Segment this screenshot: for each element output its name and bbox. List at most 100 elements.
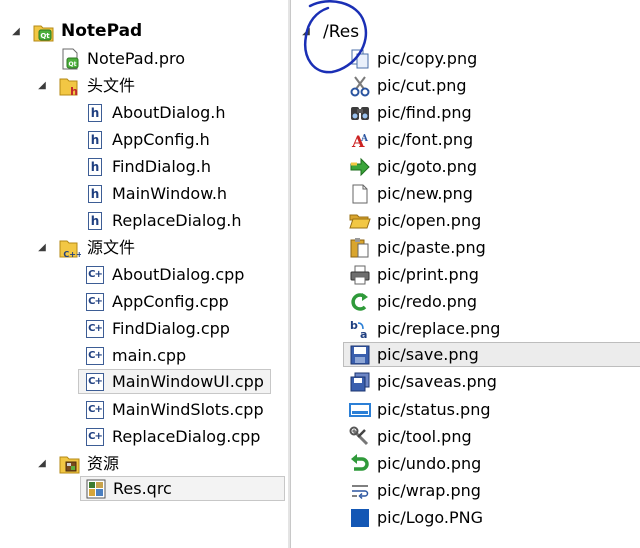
resource-file-label: pic/goto.png [377,157,478,176]
resource-file-label: pic/print.png [377,265,479,284]
resource-file-label: pic/find.png [377,103,472,122]
source-file-label: MainWindowUI.cpp [112,372,264,391]
headers-folder-label: 头文件 [87,76,136,95]
tree-item-source-file[interactable]: C+ MainWindSlots.cpp [84,397,264,422]
header-folder-icon: h [59,75,81,97]
svg-text:a: a [360,328,367,340]
resource-file-item[interactable]: pic/paste.png [349,235,486,260]
header-file-icon: h [84,102,106,124]
project-root-label: NotePad [61,21,143,41]
resource-file-item[interactable]: pic/cut.png [349,73,467,98]
sources-folder-label: 源文件 [87,238,136,257]
cpp-file-icon: C+ [84,399,106,421]
svg-text:b: b [350,319,358,332]
expand-arrow-sources[interactable]: ◢ [36,235,48,260]
header-file-label: AboutDialog.h [112,103,226,122]
qt-project-icon: Qt [33,21,55,43]
expand-arrow-headers[interactable]: ◢ [36,73,48,98]
resource-file-label: pic/redo.png [377,292,478,311]
wrap-icon [349,480,371,502]
svg-text:C++: C++ [63,250,81,259]
resource-file-label: pic/undo.png [377,454,482,473]
tree-item-pro-file[interactable]: Qt NotePad.pro [59,46,185,71]
qrc-file-label: Res.qrc [113,479,172,498]
expand-arrow-prefix[interactable]: ◢ [300,19,312,44]
tree-item-header-file[interactable]: h FindDialog.h [84,154,211,179]
resource-file-item[interactable]: pic/goto.png [349,154,477,179]
source-file-label: ReplaceDialog.cpp [112,427,261,446]
tree-item-source-file[interactable]: C+ FindDialog.cpp [84,316,230,341]
tree-item-source-file[interactable]: C+ main.cpp [84,343,186,368]
resource-file-item[interactable]: ba pic/replace.png [349,316,500,341]
resource-file-item[interactable]: pic/wrap.png [349,478,481,503]
tree-item-source-file[interactable]: C+ AboutDialog.cpp [84,262,244,287]
header-file-label: FindDialog.h [112,157,211,176]
resource-file-item[interactable]: pic/open.png [349,208,481,233]
resource-file-item[interactable]: pic/undo.png [349,451,481,476]
resource-file-item[interactable]: pic/saveas.png [349,369,497,394]
tree-item-notepad-project[interactable]: Qt NotePad [33,19,142,44]
resource-file-item[interactable]: pic/find.png [349,100,472,125]
tree-item-header-file[interactable]: h MainWindow.h [84,181,227,206]
resource-file-item[interactable]: pic/copy.png [349,46,477,71]
header-file-label: AppConfig.h [112,130,210,149]
resource-file-item[interactable]: pic/Logo.PNG [349,505,483,530]
status-icon [349,399,371,421]
tree-item-header-file[interactable]: h AppConfig.h [84,127,210,152]
font-icon: AA [349,129,371,151]
resource-tree[interactable]: ◢ /Res pic/copy.png pic/cut.png pic/find… [290,0,640,548]
header-file-icon: h [84,156,106,178]
cpp-file-icon: C+ [84,345,106,367]
resource-file-item[interactable]: pic/redo.png [349,289,477,314]
expand-arrow-resources[interactable]: ◢ [36,451,48,476]
copy-icon [349,48,371,70]
resource-file-label: pic/tool.png [377,427,472,446]
tree-item-source-file[interactable]: C+ AppConfig.cpp [84,289,229,314]
cpp-file-icon: C+ [84,371,106,393]
tree-item-headers-folder[interactable]: h 头文件 [59,73,135,98]
tree-item-header-file[interactable]: h ReplaceDialog.h [84,208,241,233]
resource-file-item[interactable]: AA pic/font.png [349,127,473,152]
saveas-icon [349,371,371,393]
header-file-label: MainWindow.h [112,184,228,203]
resource-file-label: pic/saveas.png [377,372,497,391]
resource-folder-icon [59,453,81,475]
resource-file-item[interactable]: pic/print.png [349,262,479,287]
tree-item-source-file-selected[interactable]: C+ MainWindowUI.cpp [78,369,271,394]
svg-text:Qt: Qt [40,32,50,40]
project-tree[interactable]: ◢ Qt NotePad Qt NotePad.pro ◢ h 头文件 h Ab… [0,0,289,548]
open-icon [349,210,371,232]
replace-icon: ba [349,318,371,340]
expand-arrow-root[interactable]: ◢ [10,19,22,44]
tree-item-header-file[interactable]: h AboutDialog.h [84,100,226,125]
tree-item-source-file[interactable]: C+ ReplaceDialog.cpp [84,424,260,449]
resource-file-item[interactable]: pic/new.png [349,181,473,206]
source-file-label: AboutDialog.cpp [112,265,245,284]
resource-file-label: pic/paste.png [377,238,486,257]
tree-item-sources-folder[interactable]: C++ 源文件 [59,235,135,260]
source-folder-icon: C++ [59,237,81,259]
resource-prefix-item[interactable]: /Res [323,19,359,44]
header-file-icon: h [84,210,106,232]
print-icon [349,264,371,286]
resource-file-label: pic/open.png [377,211,482,230]
resource-file-item[interactable]: pic/status.png [349,397,491,422]
resource-file-label: pic/status.png [377,400,491,419]
save-icon [349,344,371,366]
cpp-file-icon: C+ [84,426,106,448]
undo-icon [349,453,371,475]
resources-folder-label: 资源 [87,454,120,473]
redo-icon [349,291,371,313]
resource-file-item[interactable]: pic/tool.png [349,424,472,449]
svg-text:h: h [70,85,78,97]
goto-icon [349,156,371,178]
pro-file-label: NotePad.pro [87,49,186,68]
source-file-label: AppConfig.cpp [112,292,229,311]
paste-icon [349,237,371,259]
qrc-file-icon [85,478,107,500]
cpp-file-icon: C+ [84,264,106,286]
resource-file-item-selected[interactable]: pic/save.png [343,342,640,367]
resource-file-label: pic/cut.png [377,76,467,95]
tree-item-resources-folder[interactable]: 资源 [59,451,119,476]
tree-item-qrc-file[interactable]: Res.qrc [80,476,285,501]
